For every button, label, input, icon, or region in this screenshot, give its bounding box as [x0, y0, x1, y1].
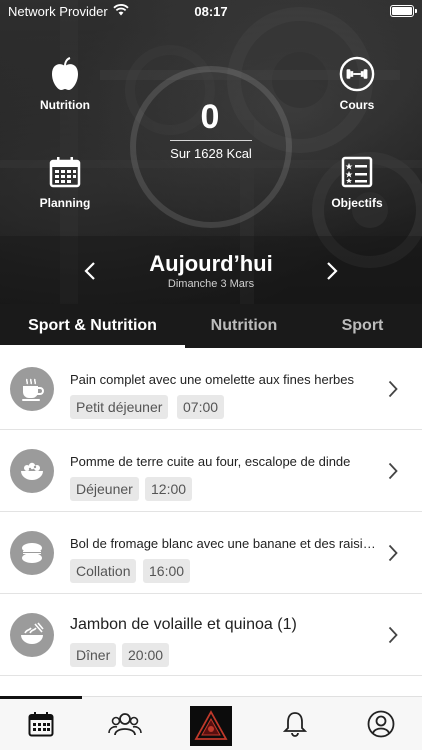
meal-title: Jambon de volaille et quinoa (1) — [70, 616, 297, 633]
noodle-bowl-icon — [10, 613, 54, 657]
meal-type-chip: Petit déjeuner — [70, 395, 169, 419]
chevron-right-icon — [384, 378, 402, 400]
chevron-right-icon — [384, 542, 402, 564]
tab-sport-nutrition[interactable]: Sport & Nutrition — [0, 304, 185, 348]
nav-notifications-button[interactable] — [278, 707, 312, 741]
hero-header: Network Provider 08:17 Nutrition Cours P… — [0, 0, 422, 304]
calendar-icon — [47, 154, 83, 190]
meal-title: Pomme de terre cuite au four, escalope d… — [70, 454, 351, 469]
kcal-consumed-value: 0 — [200, 98, 220, 136]
nav-community-button[interactable] — [108, 707, 142, 741]
meal-time-chip: 20:00 — [122, 643, 170, 667]
chevron-right-icon — [384, 624, 402, 646]
meal-time-chip: 12:00 — [145, 477, 193, 501]
active-tab-indicator — [0, 696, 82, 699]
date-subtitle: Dimanche 3 Mars — [167, 278, 255, 290]
status-time: 08:17 — [194, 4, 228, 19]
tab-sport[interactable]: Sport — [303, 304, 422, 348]
meal-type-chip: Collation — [70, 559, 137, 583]
quick-action-nutrition[interactable]: Nutrition — [20, 56, 110, 112]
quick-action-label: Objectifs — [331, 196, 383, 210]
meal-item-collation[interactable]: Bol de fromage blanc avec une banane et … — [0, 512, 422, 594]
quick-action-planning[interactable]: Planning — [20, 154, 110, 210]
date-title: Aujourd’hui — [149, 251, 273, 276]
chevron-left-icon — [84, 262, 95, 280]
logo-icon — [194, 710, 228, 740]
calendar-icon — [28, 712, 54, 737]
quick-action-label: Cours — [339, 98, 375, 112]
profile-icon — [367, 710, 395, 738]
meal-time-chip: 16:00 — [143, 559, 191, 583]
salad-bowl-icon — [10, 449, 54, 493]
apple-icon — [47, 56, 83, 92]
chevron-right-icon — [327, 262, 338, 280]
nav-profile-button[interactable] — [364, 707, 398, 741]
macaron-icon — [10, 531, 54, 575]
quick-action-cours[interactable]: Cours — [312, 56, 402, 112]
battery-icon — [390, 5, 417, 17]
kcal-divider — [170, 140, 252, 141]
meal-title: Bol de fromage blanc avec une banane et … — [70, 536, 376, 551]
nav-calendar-button[interactable] — [24, 707, 58, 741]
tab-nutrition[interactable]: Nutrition — [185, 304, 303, 348]
meal-item-dejeuner[interactable]: Pomme de terre cuite au four, escalope d… — [0, 430, 422, 512]
meal-title: Pain complet avec une omelette aux fines… — [70, 372, 355, 387]
chevron-right-icon — [384, 460, 402, 482]
tab-bar: Sport & Nutrition Nutrition Sport — [0, 304, 422, 348]
group-icon — [108, 713, 142, 736]
quick-action-objectifs[interactable]: Objectifs — [312, 154, 402, 210]
quick-action-label: Nutrition — [40, 98, 90, 112]
meal-type-chip: Dîner — [70, 643, 117, 667]
bell-icon — [283, 712, 307, 737]
meal-time-chip: 07:00 — [177, 395, 225, 419]
club-logo-button[interactable] — [190, 706, 232, 746]
meal-type-chip: Déjeuner — [70, 477, 139, 501]
checklist-icon — [339, 154, 375, 190]
dumbbell-icon — [339, 56, 375, 92]
meal-item-diner[interactable]: Jambon de volaille et quinoa (1) Dîner 2… — [0, 594, 422, 676]
kcal-goal-label: Sur 1628 Kcal — [170, 146, 252, 161]
next-day-button[interactable] — [320, 258, 344, 284]
bottom-navigation — [0, 696, 422, 750]
quick-action-label: Planning — [39, 196, 91, 210]
status-bar: Network Provider 08:17 — [0, 0, 422, 22]
meal-item-petit-dejeuner[interactable]: Pain complet avec une omelette aux fines… — [0, 348, 422, 430]
coffee-cup-icon — [10, 367, 54, 411]
previous-day-button[interactable] — [78, 258, 102, 284]
